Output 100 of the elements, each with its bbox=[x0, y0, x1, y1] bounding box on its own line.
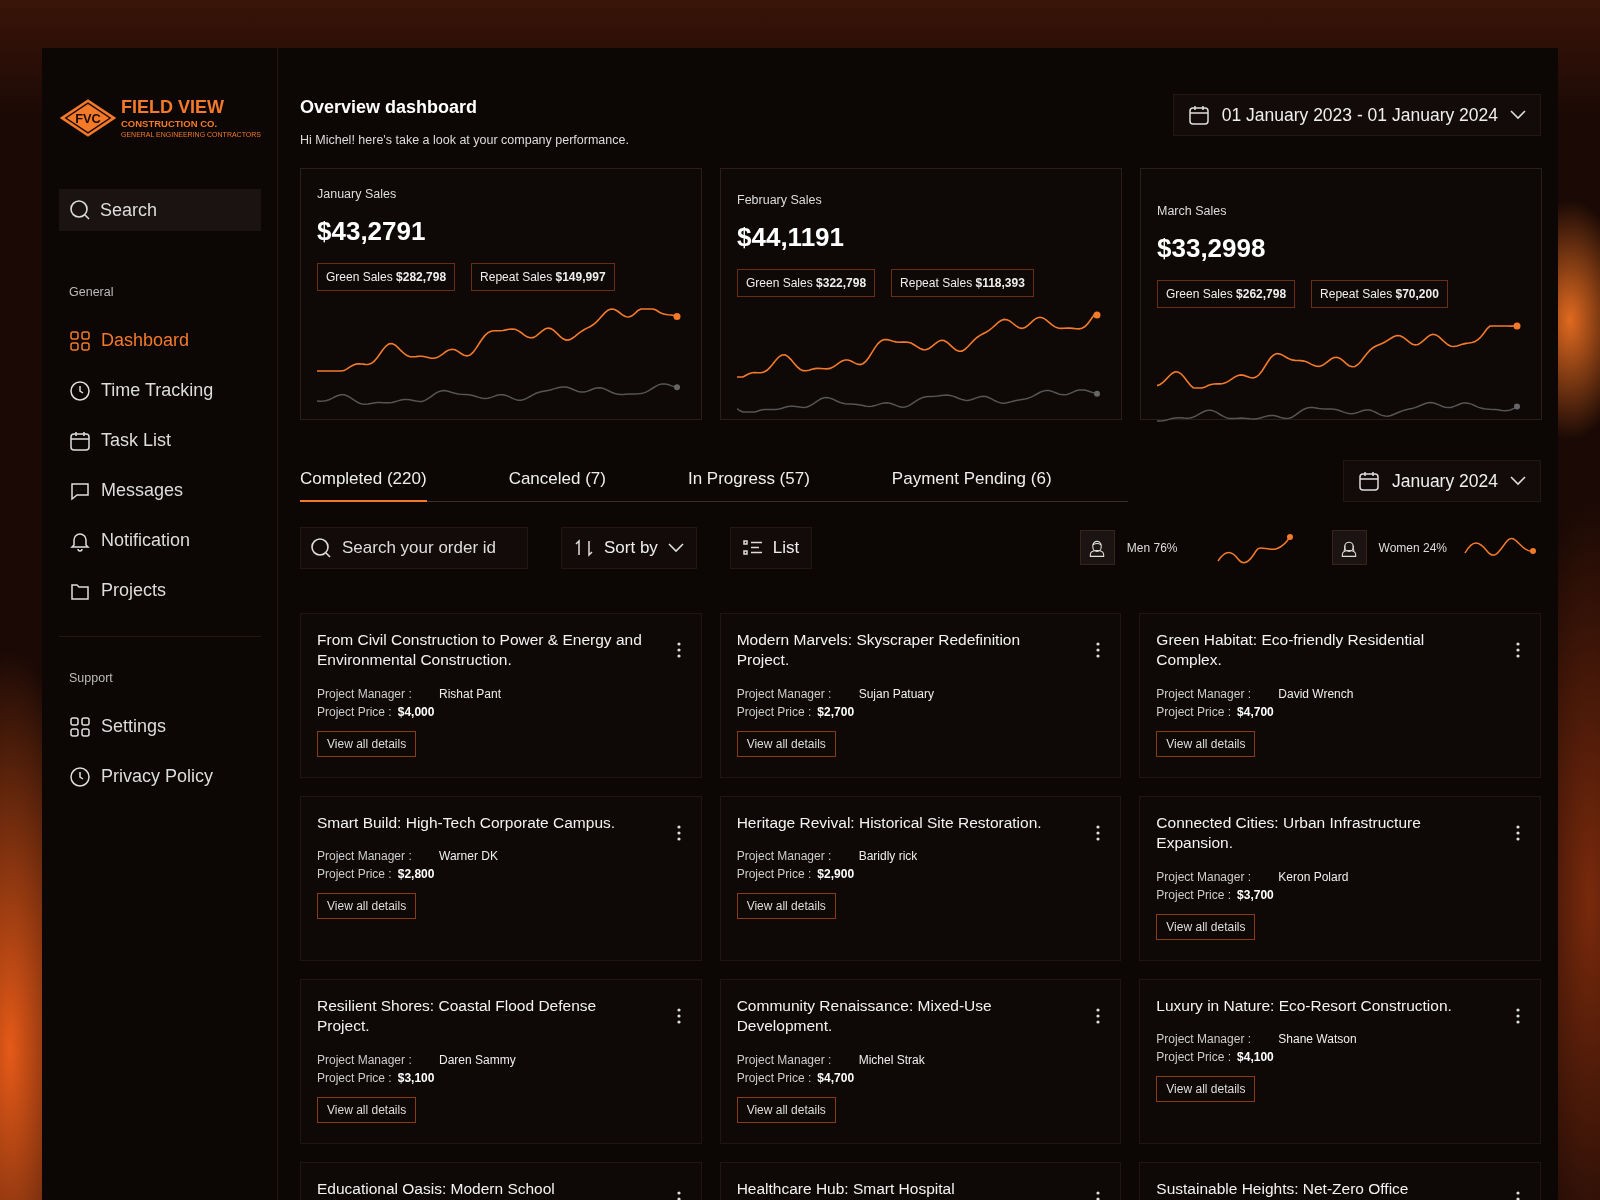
sales-tag: Repeat Sales $70,200 bbox=[1311, 279, 1448, 308]
project-title: Educational Oasis: Modern School bbox=[317, 1178, 556, 1199]
search-icon bbox=[69, 199, 91, 221]
manager-name: David Wrench bbox=[1278, 686, 1354, 701]
more-options-icon[interactable] bbox=[1096, 1007, 1101, 1024]
field-label: Project Price : bbox=[736, 866, 812, 884]
field-label: Project Price : bbox=[736, 1069, 812, 1087]
field-label: Project Price : bbox=[1156, 886, 1232, 904]
nav-item[interactable]: Time Tracking bbox=[59, 365, 261, 416]
end-point bbox=[1514, 403, 1520, 410]
nav-item[interactable]: Task List bbox=[59, 415, 261, 466]
logo-name: FIELD VIEW bbox=[120, 97, 225, 116]
date-range-picker[interactable]: 01 January 2023 - 01 January 2024 bbox=[1172, 94, 1541, 136]
field-label: Project Manager : bbox=[736, 1051, 833, 1069]
field-label: Project Price : bbox=[317, 866, 392, 884]
view-details-button[interactable]: View all details bbox=[317, 730, 417, 757]
view-details-button[interactable]: View all details bbox=[317, 893, 417, 920]
calendar-icon bbox=[1357, 469, 1380, 492]
field-label: Project Manager : bbox=[1156, 685, 1253, 703]
card-label: March Sales bbox=[1157, 202, 1228, 220]
manager-name: Michel Strak bbox=[858, 1052, 925, 1067]
order-search-field[interactable]: Search your order id bbox=[300, 526, 528, 569]
project-price: $3,700 bbox=[1237, 887, 1274, 902]
project-price: $2,900 bbox=[817, 867, 855, 882]
project-title: Community Renaissance: Mixed-Use Development. bbox=[736, 995, 993, 1037]
grid-icon bbox=[69, 715, 91, 738]
manager-name: Shane Watson bbox=[1278, 1032, 1357, 1047]
manager-name: Keron Polard bbox=[1278, 869, 1349, 884]
status-tab[interactable]: Canceled (7) bbox=[508, 466, 606, 502]
view-details-button[interactable]: View all details bbox=[1156, 1076, 1256, 1103]
project-title: Modern Marvels: Skyscraper Redefinition Project. bbox=[736, 629, 1022, 671]
project-title: Luxury in Nature: Eco-Resort Construction. bbox=[1156, 995, 1453, 1016]
nav-item[interactable]: Notification bbox=[59, 515, 261, 566]
demographic-label: Women 24% bbox=[1378, 539, 1447, 557]
more-options-icon[interactable] bbox=[1516, 824, 1520, 841]
page-subtitle: Hi Michel! here's take a look at your company performance. bbox=[300, 132, 629, 149]
card-label: February Sales bbox=[737, 191, 823, 209]
project-price: $3,100 bbox=[397, 1070, 435, 1085]
more-options-icon[interactable] bbox=[676, 1190, 681, 1200]
field-label: Project Manager : bbox=[317, 1051, 413, 1069]
project-price: $4,700 bbox=[1237, 704, 1274, 719]
view-details-button[interactable]: View all details bbox=[1156, 730, 1256, 757]
search-field[interactable]: Search bbox=[59, 189, 261, 231]
list-view-button[interactable]: List bbox=[729, 526, 813, 569]
more-options-icon[interactable] bbox=[1096, 641, 1101, 658]
end-point bbox=[1513, 322, 1521, 329]
field-label: Project Manager : bbox=[1156, 1031, 1253, 1049]
nav-item[interactable]: Messages bbox=[59, 465, 261, 516]
project-title: Resilient Shores: Coastal Flood Defense Project. bbox=[317, 995, 598, 1037]
status-tab[interactable]: In Progress (57) bbox=[687, 466, 810, 502]
project-title: From Civil Construction to Power & Energy and Environmental Construction. bbox=[317, 629, 643, 671]
nav-item[interactable]: Privacy Policy bbox=[59, 751, 261, 802]
sort-button[interactable]: Sort by bbox=[561, 526, 697, 569]
more-options-icon[interactable] bbox=[676, 824, 681, 841]
field-label: Project Price : bbox=[317, 703, 392, 721]
status-tab[interactable]: Completed (220) bbox=[300, 466, 427, 502]
clock-icon bbox=[69, 765, 91, 788]
project-title: Healthcare Hub: Smart Hospital bbox=[736, 1178, 956, 1199]
end-point bbox=[1094, 390, 1100, 397]
chevron-down-icon bbox=[1510, 110, 1526, 120]
project-title: Sustainable Heights: Net-Zero Office bbox=[1156, 1178, 1410, 1199]
project-title: Heritage Revival: Historical Site Restoration. bbox=[736, 812, 1043, 833]
more-options-icon[interactable] bbox=[676, 641, 681, 658]
status-tab[interactable]: Payment Pending (6) bbox=[891, 466, 1052, 502]
sales-tag: Repeat Sales $118,393 bbox=[891, 268, 1034, 297]
nav-item[interactable]: Dashboard bbox=[59, 315, 261, 366]
field-label: Project Manager : bbox=[317, 848, 413, 866]
project-price: $4,700 bbox=[817, 1070, 855, 1085]
field-label: Project Manager : bbox=[736, 848, 833, 866]
person-icon bbox=[1331, 530, 1367, 566]
view-details-button[interactable]: View all details bbox=[317, 1096, 417, 1123]
more-options-icon[interactable] bbox=[1096, 1190, 1101, 1200]
nav-item[interactable]: Settings bbox=[59, 701, 261, 752]
view-details-button[interactable]: View all details bbox=[736, 1096, 836, 1123]
person-icon bbox=[1079, 530, 1115, 566]
field-label: Project Manager : bbox=[317, 685, 413, 703]
manager-name: Baridly rick bbox=[858, 849, 918, 864]
calendar-icon bbox=[69, 429, 91, 452]
more-options-icon[interactable] bbox=[1516, 641, 1520, 658]
manager-name: Warner DK bbox=[439, 849, 498, 864]
more-options-icon[interactable] bbox=[676, 1007, 681, 1024]
chevron-down-icon bbox=[667, 542, 684, 553]
more-options-icon[interactable] bbox=[1096, 824, 1101, 841]
view-details-button[interactable]: View all details bbox=[736, 893, 836, 920]
project-price: $2,800 bbox=[397, 867, 435, 882]
nav-item[interactable]: Projects bbox=[59, 565, 261, 616]
field-label: Project Manager : bbox=[1156, 868, 1253, 886]
grid-icon bbox=[69, 329, 91, 352]
more-options-icon[interactable] bbox=[1516, 1007, 1520, 1024]
page-title: Overview dashboard bbox=[300, 96, 479, 119]
view-details-button[interactable]: View all details bbox=[736, 730, 836, 757]
project-title: Connected Cities: Urban Infrastructure Expansion. bbox=[1156, 812, 1422, 854]
demographic-label: Men 76% bbox=[1126, 539, 1178, 557]
sales-value: $33,2998 bbox=[1157, 231, 1267, 265]
end-point bbox=[1093, 311, 1101, 318]
field-label: Project Price : bbox=[317, 1069, 392, 1087]
clock-icon bbox=[69, 379, 91, 402]
logo-subtitle: CONSTRUCTION CO. bbox=[120, 118, 219, 129]
view-details-button[interactable]: View all details bbox=[1156, 913, 1256, 940]
month-picker[interactable]: January 2024 bbox=[1342, 459, 1541, 502]
